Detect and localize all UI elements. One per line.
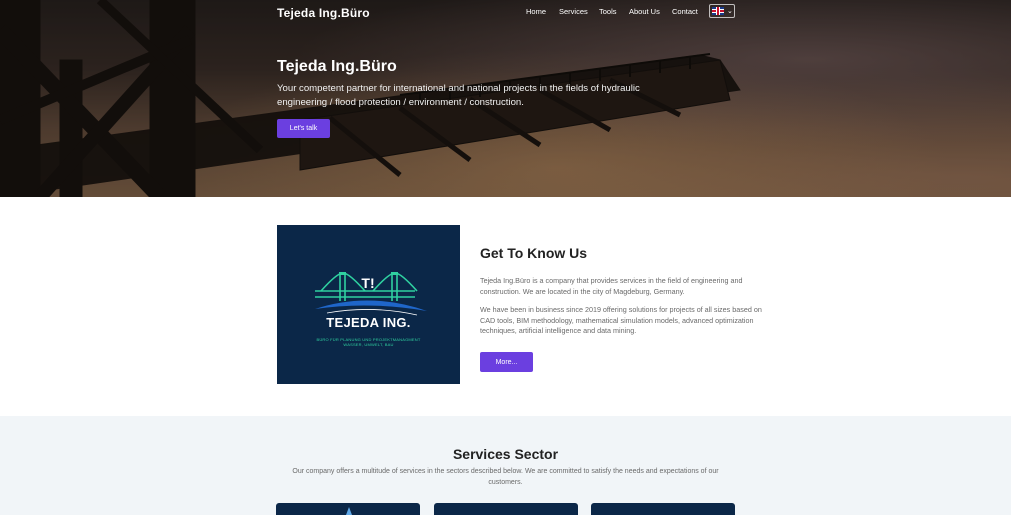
language-selector[interactable]: ⌄: [709, 4, 735, 18]
company-logo-image: T! TEJEDA ING. BÜRO FÜR PLANUNG UND PROJ…: [277, 225, 460, 384]
logo-name: TEJEDA ING.: [326, 315, 411, 330]
nav-link-tools[interactable]: Tools: [599, 7, 617, 16]
logo-tagline-2: WASSER, UMWELT, BAU: [343, 342, 394, 347]
nav-link-about-us[interactable]: About Us: [629, 7, 660, 16]
services-description: Our company offers a multitude of servic…: [292, 468, 719, 486]
about-paragraph-2: We have been in business since 2019 offe…: [480, 305, 762, 335]
service-card[interactable]: [591, 503, 735, 515]
more-button[interactable]: More...: [480, 352, 533, 372]
service-icon: [346, 507, 352, 515]
lets-talk-button[interactable]: Let's talk: [277, 119, 330, 138]
services-section: Services Sector Our company offers a mul…: [0, 416, 1011, 515]
uk-flag-icon: [712, 7, 724, 15]
service-card[interactable]: [276, 503, 420, 515]
chevron-down-icon: ⌄: [727, 6, 733, 15]
about-title: Get To Know Us: [480, 245, 588, 261]
nav-link-home[interactable]: Home: [526, 7, 546, 16]
brand-logo-text[interactable]: Tejeda Ing.Büro: [277, 6, 370, 20]
hero-section: Tejeda Ing.Büro Home Services Tools Abou…: [0, 0, 1011, 197]
nav-link-contact[interactable]: Contact: [672, 7, 698, 16]
hero-title: Tejeda Ing.Büro: [277, 58, 397, 75]
service-card[interactable]: [434, 503, 578, 515]
about-paragraph-1: Tejeda Ing.Büro is a company that provid…: [480, 276, 743, 296]
nav-link-services[interactable]: Services: [559, 7, 588, 16]
hero-subtitle: Your competent partner for international…: [277, 83, 640, 108]
bridge-logo-icon: T!: [315, 272, 427, 316]
about-section: T! TEJEDA ING. BÜRO FÜR PLANUNG UND PROJ…: [0, 197, 1011, 416]
services-title: Services Sector: [452, 446, 559, 462]
